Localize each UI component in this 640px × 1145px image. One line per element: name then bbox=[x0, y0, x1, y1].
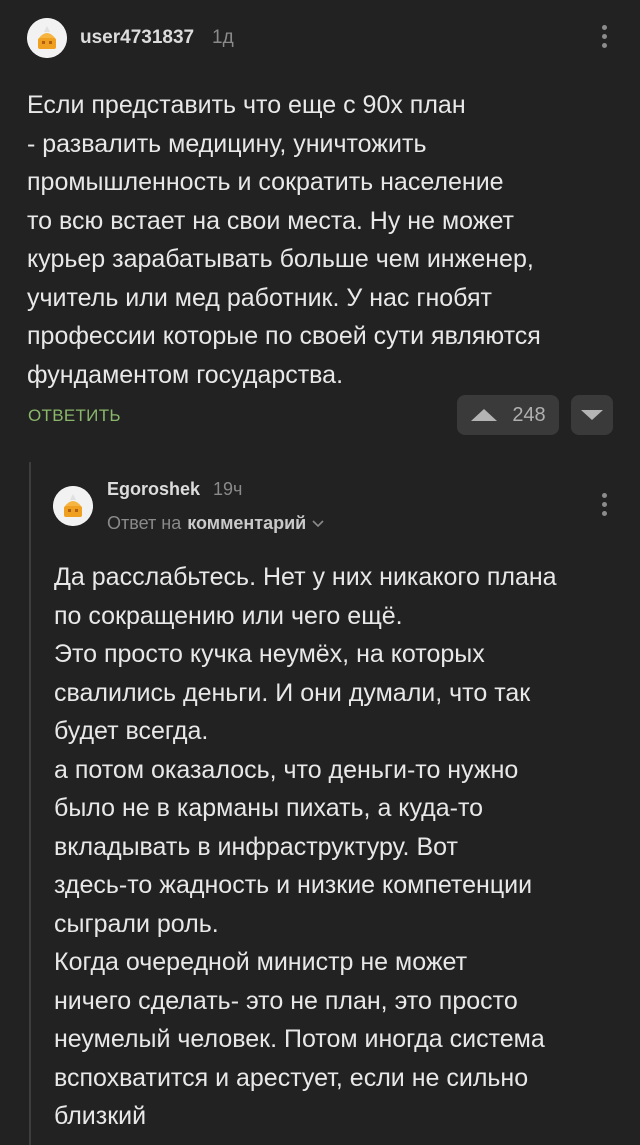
avatar[interactable] bbox=[53, 486, 93, 526]
upvote-arrow-icon bbox=[471, 409, 498, 421]
thread-line[interactable] bbox=[29, 462, 31, 1145]
more-vertical-icon[interactable] bbox=[602, 25, 608, 52]
reply-to-target: комментарий bbox=[187, 513, 307, 533]
downvote-arrow-icon bbox=[581, 410, 603, 420]
reply-to-prefix: Ответ на bbox=[107, 513, 182, 533]
avatar-icon bbox=[53, 486, 93, 526]
downvote-button[interactable] bbox=[571, 395, 613, 435]
avatar[interactable] bbox=[27, 18, 67, 58]
chevron-down-icon bbox=[312, 519, 324, 527]
username[interactable]: Egoroshek bbox=[107, 479, 200, 500]
username[interactable]: user4731837 bbox=[80, 27, 194, 49]
timestamp: 1д bbox=[212, 27, 234, 48]
reply-to-link[interactable]: Ответ на комментарий bbox=[107, 513, 324, 534]
comment-text: Да расслабьтесь. Нет у них никакого план… bbox=[54, 563, 557, 1130]
avatar-icon bbox=[27, 18, 67, 58]
upvote-button[interactable]: 248 bbox=[457, 395, 559, 435]
rating-value: 248 bbox=[512, 403, 546, 426]
comment-text: Если представить что еще с 90х план - ра… bbox=[27, 91, 541, 389]
more-vertical-icon[interactable] bbox=[602, 493, 608, 520]
timestamp: 19ч bbox=[213, 479, 243, 499]
reply-button[interactable]: ОТВЕТИТЬ bbox=[28, 406, 121, 426]
